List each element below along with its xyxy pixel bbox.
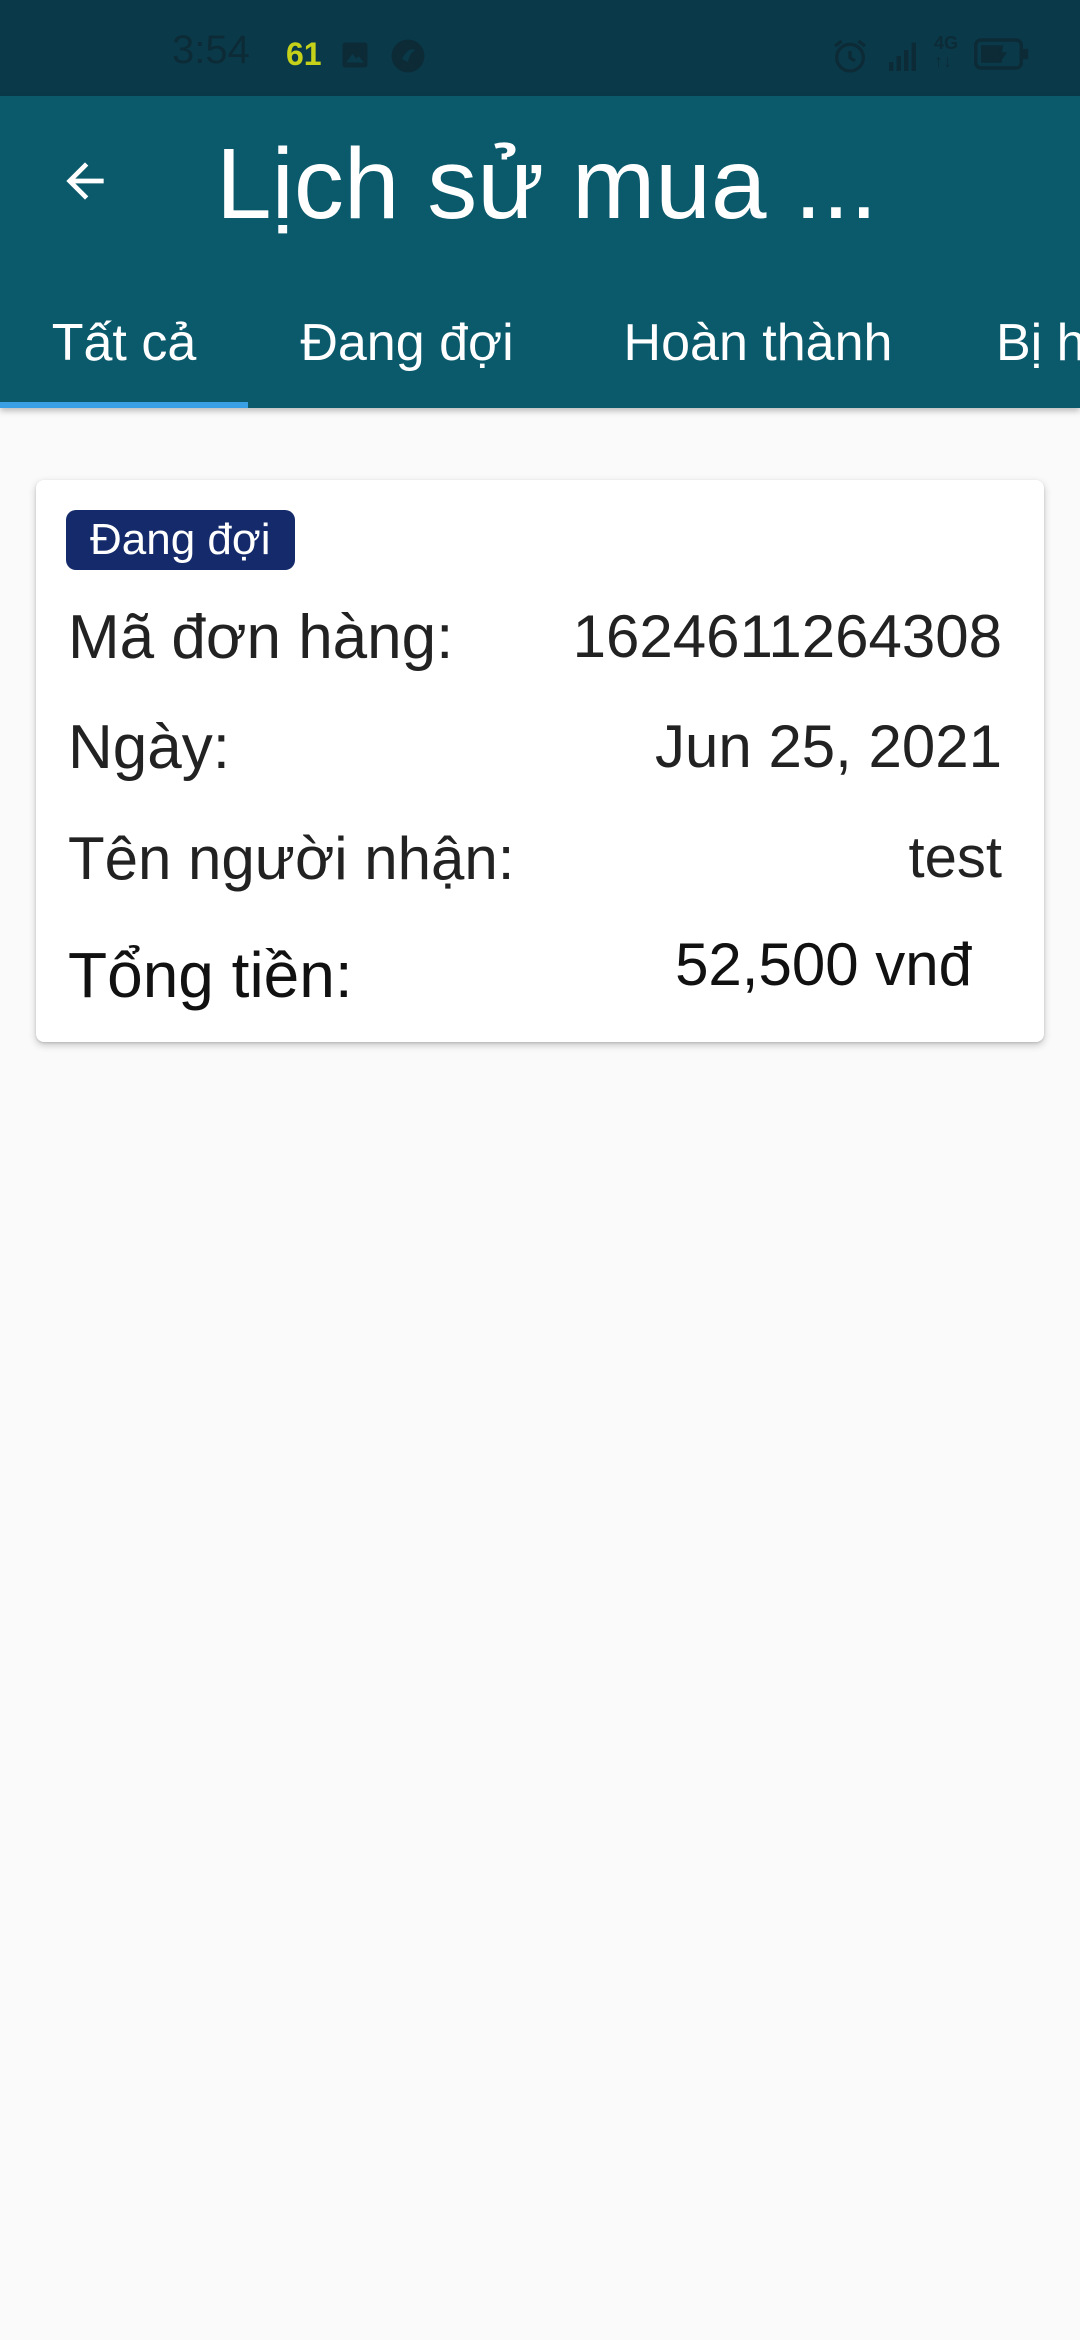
order-id-row: Mã đơn hàng: 1624611264308	[68, 602, 1040, 682]
tab-label: Tất cả	[51, 314, 197, 372]
status-bar: 3:54 61 4G ↑↓	[0, 0, 1080, 96]
app-bar: Lịch sử mua ... Tất cả Đang đợi Hoàn thà…	[0, 96, 1080, 408]
order-id-label: Mã đơn hàng:	[68, 603, 454, 672]
app-icon	[391, 39, 425, 73]
total-label: Tổng tiền:	[68, 939, 353, 1011]
order-date-label: Ngày:	[68, 713, 230, 782]
order-date-row: Ngày: Jun 25, 2021	[68, 712, 1040, 788]
gallery-icon	[342, 42, 368, 68]
network-type-label: 4G ↑↓	[934, 34, 958, 70]
network-type-text: 4G	[934, 33, 959, 53]
status-badge: Đang đợi	[66, 510, 295, 570]
tab-bar: Tất cả Đang đợi Hoàn thành Bị h	[0, 288, 1080, 408]
network-arrows-text: ↑↓	[934, 51, 952, 71]
signal-icon	[889, 42, 916, 71]
page-title: Lịch sử mua ...	[216, 128, 878, 240]
order-card[interactable]: Đang đợi Mã đơn hàng: 1624611264308 Ngày…	[36, 480, 1044, 1042]
arrow-left-icon	[66, 162, 104, 200]
order-id-value: 1624611264308	[572, 603, 1002, 670]
status-time: 3:54	[172, 28, 250, 72]
recipient-row: Tên người nhận: test	[68, 824, 1040, 896]
tab-cancelled[interactable]: Bị h	[996, 288, 1080, 408]
tab-pending[interactable]: Đang đợi	[268, 288, 546, 408]
battery-icon	[974, 38, 1029, 70]
recipient-value: test	[908, 825, 1003, 890]
recipient-label: Tên người nhận:	[68, 825, 515, 892]
alarm-icon	[834, 39, 866, 73]
tab-completed[interactable]: Hoàn thành	[596, 288, 920, 408]
tab-label: Đang đợi	[300, 314, 514, 372]
tab-all[interactable]: Tất cả	[0, 288, 248, 408]
tab-label: Bị h	[996, 314, 1080, 372]
tab-label: Hoàn thành	[623, 314, 893, 372]
total-value: 52,500 vnđ	[675, 931, 972, 998]
notification-count: 61	[286, 36, 322, 72]
tab-indicator	[0, 402, 248, 408]
back-button[interactable]	[40, 136, 130, 226]
order-date-value: Jun 25, 2021	[655, 713, 1002, 780]
total-row: Tổng tiền: 52,500 vnđ	[68, 930, 1040, 1014]
